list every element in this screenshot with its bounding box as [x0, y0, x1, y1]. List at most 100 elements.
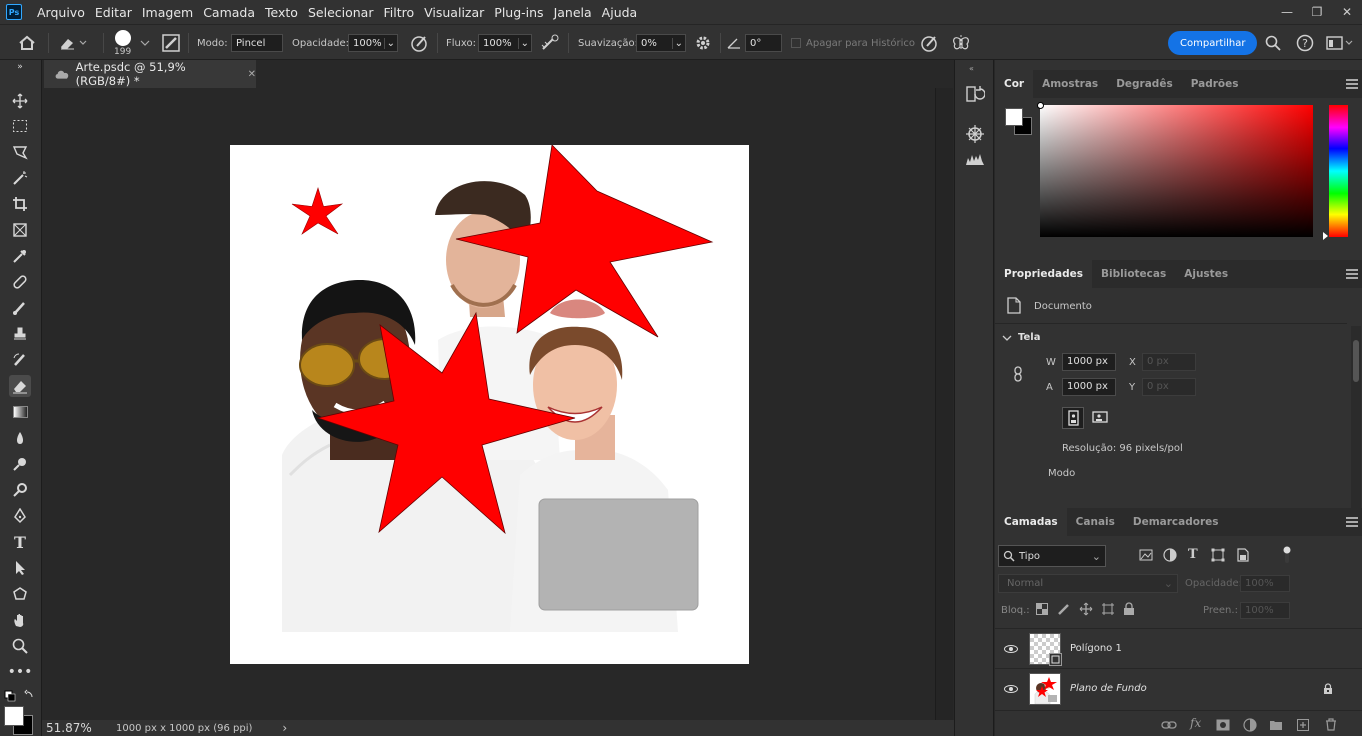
- canvas-width-input[interactable]: 1000 px: [1062, 353, 1116, 371]
- properties-scrollbar[interactable]: [1351, 326, 1361, 512]
- history-panel-icon[interactable]: [965, 84, 986, 107]
- menu-plugins[interactable]: Plug-ins: [489, 5, 548, 20]
- color-panel-swatches[interactable]: [1005, 108, 1033, 136]
- color-swatches[interactable]: [4, 706, 34, 736]
- menu-ajuda[interactable]: Ajuda: [597, 5, 643, 20]
- brush-settings-icon[interactable]: [161, 25, 181, 61]
- menu-filtro[interactable]: Filtro: [378, 5, 419, 20]
- menu-arquivo[interactable]: Arquivo: [32, 5, 90, 20]
- collapse-toolbar-icon[interactable]: »: [9, 62, 31, 72]
- minimize-button[interactable]: —: [1272, 0, 1302, 24]
- link-layers-icon[interactable]: [1161, 719, 1177, 731]
- opacity-input[interactable]: 100% ⌄: [348, 25, 398, 61]
- share-button[interactable]: Compartilhar: [1168, 25, 1258, 61]
- landscape-orientation-icon[interactable]: [1090, 407, 1112, 429]
- pen-tool-icon[interactable]: [9, 505, 31, 527]
- new-group-icon[interactable]: [1269, 719, 1283, 731]
- tab-demarcadores[interactable]: Demarcadores: [1124, 508, 1228, 536]
- symmetry-icon[interactable]: [950, 25, 972, 61]
- search-icon[interactable]: [1265, 25, 1281, 61]
- histogram-panel-icon[interactable]: [965, 152, 985, 169]
- layer-row-background[interactable]: Plano de Fundo: [995, 668, 1362, 708]
- menu-selecionar[interactable]: Selecionar: [303, 5, 379, 20]
- eraser-tool-preset-icon[interactable]: [58, 25, 88, 61]
- blur-tool-icon[interactable]: [9, 427, 31, 449]
- tab-ajustes[interactable]: Ajustes: [1175, 260, 1237, 288]
- filter-toggle-switch[interactable]: [1282, 546, 1292, 567]
- new-layer-icon[interactable]: [1297, 719, 1309, 731]
- portrait-orientation-icon[interactable]: [1062, 407, 1084, 429]
- lock-icon[interactable]: [1323, 683, 1333, 695]
- more-tools-icon[interactable]: •••: [8, 661, 33, 683]
- filter-type-icon[interactable]: T: [1188, 547, 1198, 562]
- workspace-icon[interactable]: [1326, 25, 1354, 61]
- tab-bibliotecas[interactable]: Bibliotecas: [1092, 260, 1175, 288]
- dodge-burn-tool-icon[interactable]: [9, 479, 31, 501]
- color-field[interactable]: [1037, 102, 1313, 237]
- dodge-tool-icon[interactable]: [9, 453, 31, 475]
- canvas-vertical-scrollbar[interactable]: [935, 88, 953, 720]
- fill-input[interactable]: 100%: [1240, 602, 1290, 619]
- filter-shape-icon[interactable]: [1211, 548, 1225, 565]
- move-tool-icon[interactable]: [9, 90, 31, 112]
- eye-icon[interactable]: [1004, 645, 1018, 653]
- tab-camadas[interactable]: Camadas: [995, 508, 1067, 536]
- status-arrow-icon[interactable]: ›: [282, 721, 287, 735]
- hand-tool-icon[interactable]: [9, 609, 31, 631]
- filter-smart-object-icon[interactable]: [1236, 548, 1250, 565]
- brush-tool-icon[interactable]: [9, 297, 31, 319]
- add-mask-icon[interactable]: [1216, 719, 1230, 731]
- menu-visualizar[interactable]: Visualizar: [419, 5, 489, 20]
- smoothing-input[interactable]: 0% ⌄: [636, 25, 686, 61]
- eyedropper-tool-icon[interactable]: [9, 245, 31, 267]
- document-canvas[interactable]: [230, 145, 749, 664]
- path-selection-tool-icon[interactable]: [9, 557, 31, 579]
- marquee-tool-icon[interactable]: [9, 115, 31, 137]
- tab-propriedades[interactable]: Propriedades: [995, 260, 1092, 288]
- layer-filter-select[interactable]: Tipo ⌄: [998, 545, 1106, 567]
- foreground-color-swatch[interactable]: [4, 706, 24, 726]
- clone-stamp-tool-icon[interactable]: [9, 323, 31, 345]
- eye-icon[interactable]: [1004, 685, 1018, 693]
- tab-padroes[interactable]: Padrões: [1182, 70, 1248, 98]
- shape-tool-icon[interactable]: [9, 583, 31, 605]
- chevron-down-icon[interactable]: ⌄: [383, 37, 395, 49]
- close-tab-icon[interactable]: ✕: [248, 69, 256, 80]
- lock-artboard-icon[interactable]: [1101, 602, 1115, 619]
- lock-pixels-icon[interactable]: [1057, 602, 1071, 619]
- zoom-tool-icon[interactable]: [9, 635, 31, 657]
- lock-all-icon[interactable]: [1123, 602, 1135, 619]
- lock-position-icon[interactable]: [1079, 602, 1093, 619]
- history-brush-tool-icon[interactable]: [9, 349, 31, 371]
- erase-history-checkbox[interactable]: Apagar para Histórico: [791, 25, 915, 61]
- document-tab[interactable]: Arte.psdc @ 51,9% (RGB/8#) * ✕: [44, 60, 256, 88]
- layer-row-polygon[interactable]: Polígono 1: [995, 628, 1362, 668]
- home-icon[interactable]: [18, 25, 36, 61]
- angle-input[interactable]: 0°: [745, 25, 782, 61]
- flow-input[interactable]: 100% ⌄: [478, 25, 532, 61]
- hue-slider[interactable]: [1323, 105, 1348, 240]
- magic-wand-tool-icon[interactable]: [9, 167, 31, 189]
- airbrush-icon[interactable]: [539, 25, 561, 61]
- pressure-opacity-icon[interactable]: [408, 25, 430, 61]
- filter-pixel-icon[interactable]: [1139, 549, 1153, 564]
- chevron-down-icon[interactable]: [140, 25, 150, 61]
- type-tool-icon[interactable]: T: [9, 531, 31, 553]
- tab-degrades[interactable]: Degradês: [1107, 70, 1182, 98]
- tab-cor[interactable]: Cor: [995, 70, 1034, 98]
- help-icon[interactable]: ?: [1296, 25, 1314, 61]
- chevron-down-icon[interactable]: ⌄: [517, 37, 529, 49]
- layers-panel-menu-icon[interactable]: [1346, 517, 1358, 527]
- gear-icon[interactable]: [694, 25, 712, 61]
- adjustment-layer-icon[interactable]: [1243, 718, 1257, 732]
- layer-name[interactable]: Polígono 1: [1070, 643, 1122, 654]
- color-panel-menu-icon[interactable]: [1346, 79, 1358, 89]
- healing-brush-tool-icon[interactable]: [9, 271, 31, 293]
- checkbox-icon[interactable]: [791, 38, 801, 48]
- restore-button[interactable]: ❐: [1302, 0, 1332, 24]
- crop-tool-icon[interactable]: [9, 193, 31, 215]
- canvas-x-input[interactable]: 0 px: [1142, 353, 1196, 371]
- frame-tool-icon[interactable]: [9, 219, 31, 241]
- zoom-level[interactable]: 51.87%: [46, 721, 116, 735]
- navigator-panel-icon[interactable]: [965, 124, 985, 147]
